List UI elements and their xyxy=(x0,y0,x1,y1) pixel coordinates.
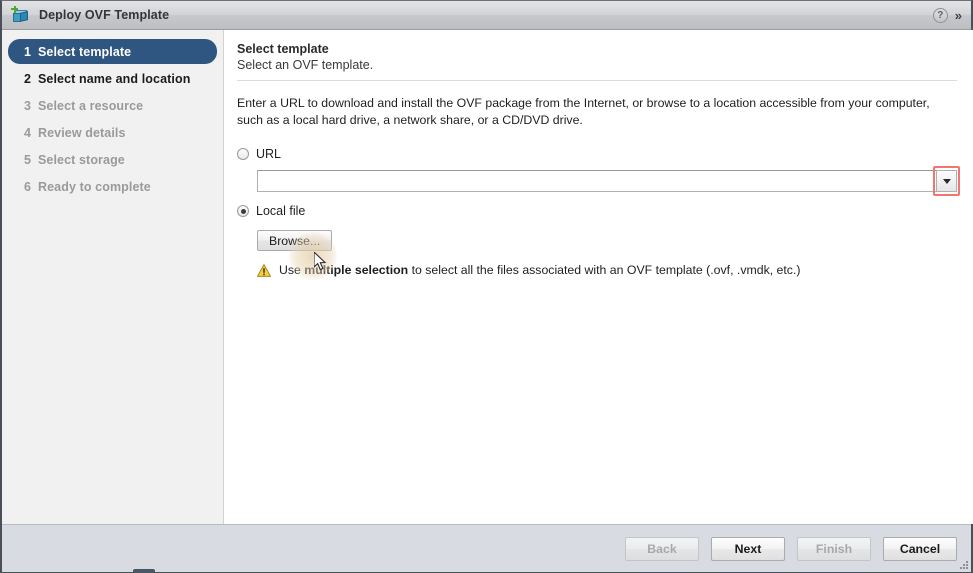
step-label: Select name and location xyxy=(38,71,191,86)
multiple-selection-warning: Use multiple selection to select all the… xyxy=(257,263,957,278)
window-title: Deploy OVF Template xyxy=(39,8,170,22)
warning-text-after: to select all the files associated with … xyxy=(408,263,801,277)
window-body: 1 Select template 2 Select name and loca… xyxy=(2,30,973,524)
url-dropdown-button[interactable] xyxy=(936,170,957,192)
warning-text-before: Use xyxy=(279,263,305,277)
chevron-down-icon xyxy=(942,178,951,184)
step-label: Select storage xyxy=(38,152,125,167)
next-button[interactable]: Next xyxy=(711,536,785,561)
step-number: 1 xyxy=(24,44,31,59)
sidebar-step-review-details[interactable]: 4 Review details xyxy=(8,120,217,145)
step-number: 2 xyxy=(24,71,31,86)
url-radio-button[interactable] xyxy=(237,148,249,160)
warning-triangle-icon xyxy=(257,264,271,277)
step-label: Review details xyxy=(38,125,126,140)
step-number: 3 xyxy=(24,98,31,113)
step-number: 5 xyxy=(24,152,31,167)
browse-button[interactable]: Browse... xyxy=(257,230,333,251)
resize-grip[interactable] xyxy=(957,558,968,569)
warning-text: Use multiple selection to select all the… xyxy=(279,263,800,278)
deploy-ovf-template-window: Deploy OVF Template ? » 1 Select templat… xyxy=(0,0,973,573)
wizard-steps-sidebar: 1 Select template 2 Select name and loca… xyxy=(2,30,224,524)
description-text: Enter a URL to download and install the … xyxy=(237,96,930,127)
page-subtitle: Select an OVF template. xyxy=(237,58,374,72)
main-content-panel: Select template Select an OVF template. … xyxy=(224,30,973,524)
sidebar-step-select-a-resource[interactable]: 3 Select a resource xyxy=(8,93,217,118)
wizard-footer: Back Next Finish Cancel xyxy=(2,524,971,572)
sidebar-step-select-template[interactable]: 1 Select template xyxy=(8,39,217,64)
local-file-radio-button[interactable] xyxy=(237,205,249,217)
sidebar-step-ready-to-complete[interactable]: 6 Ready to complete xyxy=(8,174,217,199)
window-bottom-nub xyxy=(133,569,155,573)
sidebar-step-select-storage[interactable]: 5 Select storage xyxy=(8,147,217,172)
titlebar-actions: ? » xyxy=(932,1,963,30)
page-title: Select template xyxy=(237,42,329,56)
step-label: Select template xyxy=(38,44,132,59)
step-number: 4 xyxy=(24,125,31,140)
window-titlebar: Deploy OVF Template ? » xyxy=(2,1,971,30)
help-icon[interactable]: ? xyxy=(932,8,948,23)
local-file-radio-row[interactable]: Local file xyxy=(237,202,957,220)
back-button[interactable]: Back xyxy=(625,536,699,561)
sidebar-step-select-name-and-location[interactable]: 2 Select name and location xyxy=(8,66,217,91)
url-input[interactable] xyxy=(257,170,937,192)
cancel-button[interactable]: Cancel xyxy=(883,536,957,561)
warning-text-bold: multiple selection xyxy=(304,263,409,277)
ovf-template-icon xyxy=(11,6,31,24)
url-radio-row[interactable]: URL xyxy=(237,145,957,163)
header-divider xyxy=(237,80,957,81)
local-file-radio-label: Local file xyxy=(256,204,306,218)
url-radio-label: URL xyxy=(256,147,282,161)
finish-button[interactable]: Finish xyxy=(797,536,871,561)
step-label: Ready to complete xyxy=(38,179,151,194)
url-dropdown-wrapper xyxy=(933,166,960,196)
step-label: Select a resource xyxy=(38,98,144,113)
browse-button-wrapper: Browse... xyxy=(257,230,337,280)
double-chevron-right-icon[interactable]: » xyxy=(955,9,963,22)
step-number: 6 xyxy=(24,179,31,194)
url-input-row xyxy=(257,166,960,196)
